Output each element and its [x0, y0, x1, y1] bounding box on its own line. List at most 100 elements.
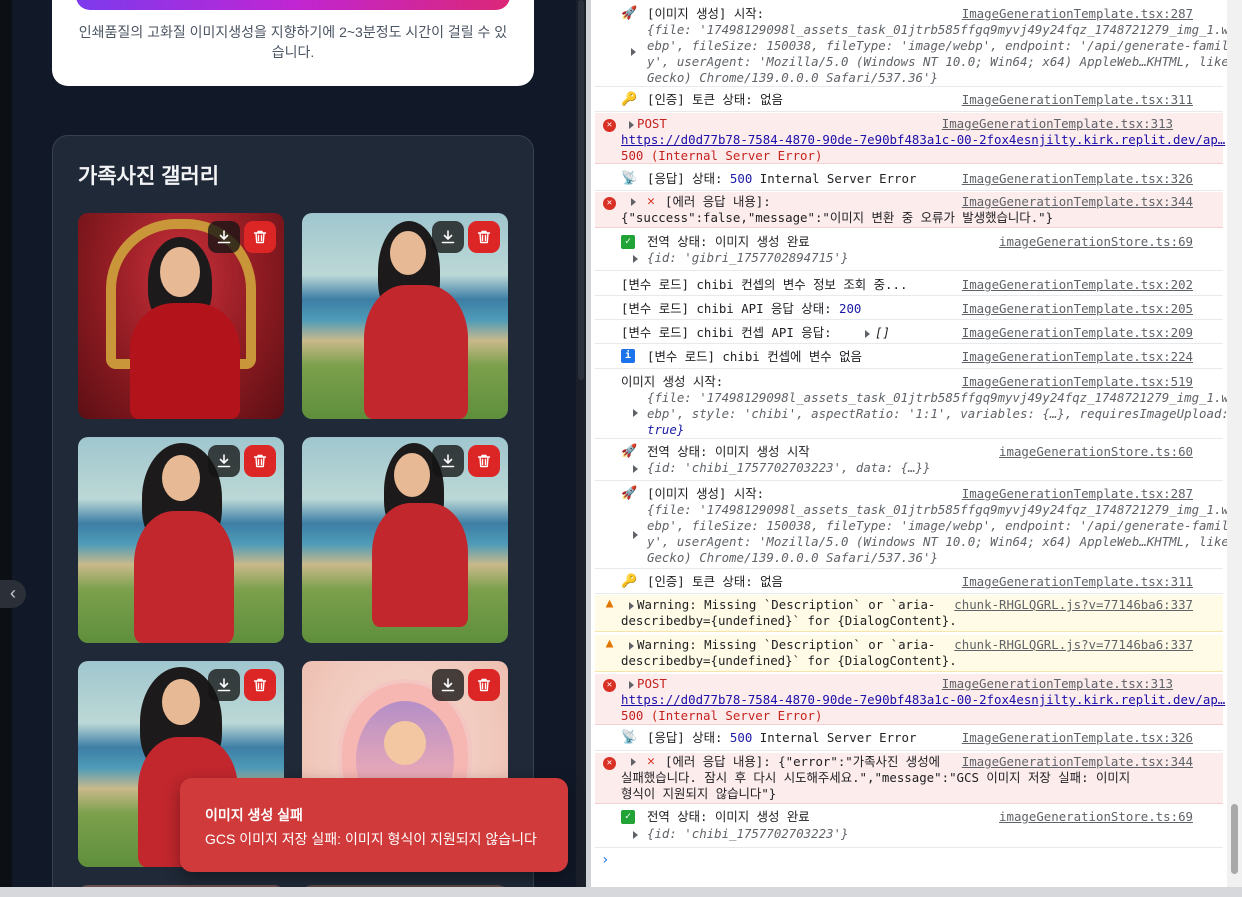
console-error-row[interactable]: ✕ ✕ [에러 응답 내용]: {"error":"가족사진 생성에 Image… — [595, 753, 1223, 804]
source-link[interactable]: ImageGenerationTemplate.tsx:344 — [962, 754, 1193, 770]
console-log-row[interactable]: 🔑 [인증] 토큰 상태: 없음 ImageGenerationTemplate… — [595, 570, 1223, 594]
download-button[interactable] — [432, 445, 464, 477]
console-log-row[interactable]: 🚀 전역 상태: 이미지 생성 시작 imageGenerationStore.… — [595, 441, 1223, 481]
trash-icon — [477, 230, 491, 244]
request-url-link[interactable]: https://d0d77b78-7584-4870-90de-7e90bf48… — [621, 692, 1225, 708]
window-bottom-bar — [0, 887, 1242, 897]
console-prompt[interactable]: › — [601, 852, 609, 868]
console-warning-row[interactable]: ▲ Warning: Missing `Description` or `ari… — [595, 595, 1223, 632]
toast-message: GCS 이미지 저장 실패: 이미지 형식이 지원되지 않습니다 — [205, 831, 537, 847]
gallery-image[interactable] — [78, 213, 284, 419]
expand-arrow-icon[interactable] — [633, 531, 638, 539]
source-link[interactable]: ImageGenerationTemplate.tsx:519 — [962, 374, 1193, 390]
expand-arrow-icon[interactable] — [633, 831, 638, 839]
error-icon: ✕ — [603, 197, 616, 210]
download-button[interactable] — [208, 445, 240, 477]
console-log-row[interactable]: 📡 [응답] 상태: 500 Internal Server Error Ima… — [595, 167, 1223, 191]
gallery-image[interactable] — [78, 437, 284, 643]
log-text: [변수 로드] chibi API 응답 상태: — [621, 301, 840, 316]
download-button[interactable] — [208, 669, 240, 701]
gallery-image[interactable] — [302, 213, 508, 419]
log-text: [에러 응답 내용]: {"error":"가족사진 생성에 — [665, 754, 941, 769]
request-url-link[interactable]: https://d0d77b78-7584-4870-90de-7e90bf48… — [621, 132, 1225, 148]
console-error-row[interactable]: ✕ POST ImageGenerationTemplate.tsx:313 h… — [595, 113, 1225, 164]
download-button[interactable] — [208, 221, 240, 253]
source-link[interactable]: ImageGenerationTemplate.tsx:313 — [942, 116, 1173, 132]
console-error-row[interactable]: ✕ ✕ [에러 응답 내용]: ImageGenerationTemplate.… — [595, 192, 1223, 228]
source-link[interactable]: imageGenerationStore.ts:69 — [999, 809, 1193, 825]
app-scrollbar-thumb[interactable] — [578, 0, 584, 380]
status-text: Internal Server Error — [752, 730, 917, 745]
cross-mark-icon: ✕ — [647, 754, 655, 769]
console-log-row[interactable]: 이미지 생성 시작: ImageGenerationTemplate.tsx:5… — [595, 371, 1229, 439]
console-log-row[interactable]: 🚀 [이미지 생성] 시작: ImageGenerationTemplate.t… — [595, 0, 1229, 87]
expand-arrow-icon[interactable] — [865, 330, 870, 338]
source-link[interactable]: ImageGenerationTemplate.tsx:209 — [962, 325, 1193, 341]
delete-button[interactable] — [244, 221, 276, 253]
expand-arrow-icon[interactable] — [629, 681, 634, 689]
delete-button[interactable] — [244, 669, 276, 701]
expand-arrow-icon[interactable] — [629, 642, 634, 650]
expand-arrow-icon[interactable] — [633, 409, 638, 417]
source-link[interactable]: imageGenerationStore.ts:69 — [999, 234, 1193, 250]
console-log-row[interactable]: [변수 로드] chibi API 응답 상태: 200 ImageGenera… — [595, 297, 1223, 320]
delete-button[interactable] — [468, 669, 500, 701]
console-log-row[interactable]: 🔑 [인증] 토큰 상태: 없음 ImageGenerationTemplate… — [595, 88, 1223, 112]
console-scrollbar[interactable] — [1227, 0, 1242, 887]
console-log-row[interactable]: ✓ 전역 상태: 이미지 생성 완료 imageGenerationStore.… — [595, 231, 1223, 271]
source-link[interactable]: ImageGenerationTemplate.tsx:202 — [962, 277, 1193, 293]
log-text: 전역 상태: 이미지 생성 완료 — [647, 809, 810, 824]
download-button[interactable] — [432, 669, 464, 701]
console-log-row[interactable]: 📡 [응답] 상태: 500 Internal Server Error Ima… — [595, 727, 1223, 751]
console-log-row[interactable]: ✓ 전역 상태: 이미지 생성 완료 imageGenerationStore.… — [595, 806, 1223, 848]
expand-arrow-icon[interactable] — [629, 602, 634, 610]
gallery-image[interactable] — [302, 437, 508, 643]
expand-arrow-icon[interactable] — [631, 48, 636, 56]
source-link[interactable]: ImageGenerationTemplate.tsx:205 — [962, 301, 1193, 317]
console-log-row[interactable]: 🚀 [이미지 생성] 시작: ImageGenerationTemplate.t… — [595, 483, 1229, 569]
source-link[interactable]: ImageGenerationTemplate.tsx:326 — [962, 171, 1193, 187]
expand-arrow-icon[interactable] — [633, 255, 638, 263]
source-link[interactable]: ImageGenerationTemplate.tsx:344 — [962, 194, 1193, 210]
generation-info-text: 인쇄품질의 고화질 이미지생성을 지향하기에 2~3분정도 시간이 걸릴 수 있… — [78, 24, 508, 60]
download-button[interactable] — [432, 221, 464, 253]
object-preview: ebp', fileSize: 150038, fileType: 'image… — [647, 518, 1229, 533]
object-preview: ebp', style: 'chibi', aspectRatio: '1:1'… — [647, 406, 1229, 421]
family-photo-app: 인쇄품질의 고화질 이미지생성을 지향하기에 2~3분정도 시간이 걸릴 수 있… — [0, 0, 586, 887]
log-text: POST — [637, 676, 667, 691]
source-link[interactable]: ImageGenerationTemplate.tsx:287 — [962, 486, 1193, 502]
source-link[interactable]: ImageGenerationTemplate.tsx:311 — [962, 92, 1193, 108]
expand-arrow-icon[interactable] — [629, 121, 634, 129]
delete-button[interactable] — [468, 445, 500, 477]
app-scrollbar[interactable] — [576, 0, 586, 887]
console-log-row[interactable]: [변수 로드] chibi 컨셉의 변수 정보 조회 중... ImageGen… — [595, 273, 1223, 296]
source-link[interactable]: ImageGenerationTemplate.tsx:224 — [962, 349, 1193, 365]
object-preview: {id: 'chibi_1757702703223'} — [647, 826, 849, 841]
source-link[interactable]: ImageGenerationTemplate.tsx:311 — [962, 574, 1193, 590]
delete-button[interactable] — [468, 221, 500, 253]
error-toast[interactable]: 이미지 생성 실패 GCS 이미지 저장 실패: 이미지 형식이 지원되지 않습… — [180, 778, 568, 872]
generate-button[interactable] — [76, 0, 510, 10]
source-link[interactable]: ImageGenerationTemplate.tsx:326 — [962, 730, 1193, 746]
source-link[interactable]: imageGenerationStore.ts:60 — [999, 444, 1193, 460]
source-link[interactable]: chunk-RHGLQGRL.js?v=77146ba6:337 — [954, 637, 1193, 653]
error-body: 실패했습니다. 잠시 후 다시 시도해주세요.","message":"GCS … — [621, 770, 1131, 785]
console-info-row[interactable]: i [변수 로드] chibi 컨셉에 변수 없음 ImageGeneratio… — [595, 345, 1223, 369]
log-text: [변수 로드] chibi 컨셉에 변수 없음 — [647, 349, 862, 364]
source-link[interactable]: chunk-RHGLQGRL.js?v=77146ba6:337 — [954, 597, 1193, 613]
console-error-row[interactable]: ✕ POST ImageGenerationTemplate.tsx:313 h… — [595, 674, 1225, 725]
expand-arrow-icon[interactable] — [631, 198, 636, 206]
expand-arrow-icon[interactable] — [633, 465, 638, 473]
collapse-sidebar-button[interactable]: ‹ — [0, 580, 26, 608]
log-text: [인증] 토큰 상태: 없음 — [647, 92, 783, 107]
object-preview: {file: '17498129098l_assets_task_01jtrb5… — [647, 390, 1229, 405]
expand-arrow-icon[interactable] — [631, 758, 636, 766]
console-scrollbar-thumb[interactable] — [1231, 804, 1238, 874]
log-value: 200 — [839, 301, 862, 316]
source-link[interactable]: ImageGenerationTemplate.tsx:287 — [962, 6, 1193, 22]
delete-button[interactable] — [244, 445, 276, 477]
source-link[interactable]: ImageGenerationTemplate.tsx:313 — [942, 676, 1173, 692]
console-warning-row[interactable]: ▲ Warning: Missing `Description` or `ari… — [595, 635, 1223, 672]
console-log-row[interactable]: [변수 로드] chibi 컨셉 API 응답: [] ImageGenerat… — [595, 321, 1223, 344]
error-icon: ✕ — [603, 679, 616, 692]
